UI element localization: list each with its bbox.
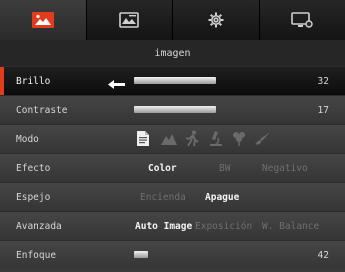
row-enfoque[interactable]: Enfoque 42 bbox=[0, 240, 345, 269]
tab-display[interactable] bbox=[86, 0, 173, 40]
gear-icon bbox=[208, 12, 224, 28]
tab-output[interactable] bbox=[259, 0, 345, 40]
section-title: imagen bbox=[0, 40, 345, 66]
monitor-icon bbox=[291, 12, 313, 28]
flower-icon[interactable] bbox=[231, 130, 247, 151]
osd-menu: imagen Brillo 32 Contraste 17 Modo Efect… bbox=[0, 0, 345, 272]
brillo-value: 32 bbox=[317, 75, 329, 87]
tab-bar bbox=[0, 0, 345, 40]
row-efecto[interactable]: Efecto Color BW Negativo bbox=[0, 153, 345, 182]
enter-arrow-icon bbox=[108, 75, 126, 94]
enfoque-label: Enfoque bbox=[16, 249, 57, 261]
avanzada-label: Avanzada bbox=[16, 220, 62, 232]
espejo-option-encienda[interactable]: Encienda bbox=[140, 183, 186, 211]
espejo-label: Espejo bbox=[16, 191, 51, 203]
sports-icon[interactable] bbox=[184, 130, 200, 151]
tab-settings[interactable] bbox=[173, 0, 260, 40]
display-settings-icon bbox=[119, 12, 140, 28]
paint-icon[interactable] bbox=[254, 130, 272, 151]
avanzada-option-auto-image[interactable]: Auto Image bbox=[135, 212, 192, 240]
avanzada-option-exposicion[interactable]: Exposición bbox=[195, 212, 252, 240]
avanzada-option-w-balance[interactable]: W. Balance bbox=[262, 212, 319, 240]
enfoque-value: 42 bbox=[317, 249, 329, 261]
enfoque-slider[interactable] bbox=[134, 251, 148, 258]
microscope-icon[interactable] bbox=[208, 130, 224, 151]
espejo-option-apague[interactable]: Apague bbox=[205, 183, 239, 211]
efecto-option-negativo[interactable]: Negativo bbox=[262, 154, 308, 182]
tab-image[interactable] bbox=[0, 0, 87, 40]
efecto-option-bw[interactable]: BW bbox=[219, 154, 230, 182]
efecto-option-color[interactable]: Color bbox=[148, 154, 177, 182]
contraste-slider[interactable] bbox=[134, 106, 216, 113]
row-modo[interactable]: Modo bbox=[0, 124, 345, 153]
document-icon[interactable] bbox=[136, 130, 150, 151]
settings-list: Brillo 32 Contraste 17 Modo Efecto Color… bbox=[0, 66, 345, 269]
row-espejo[interactable]: Espejo Encienda Apague bbox=[0, 182, 345, 211]
contraste-value: 17 bbox=[317, 104, 329, 116]
brillo-label: Brillo bbox=[16, 75, 51, 87]
mountain-icon[interactable] bbox=[160, 130, 178, 151]
image-icon bbox=[31, 12, 54, 28]
row-avanzada[interactable]: Avanzada Auto Image Exposición W. Balanc… bbox=[0, 211, 345, 240]
row-brillo[interactable]: Brillo 32 bbox=[0, 66, 345, 95]
row-contraste[interactable]: Contraste 17 bbox=[0, 95, 345, 124]
modo-label: Modo bbox=[16, 133, 39, 145]
contraste-label: Contraste bbox=[16, 104, 68, 116]
efecto-label: Efecto bbox=[16, 162, 51, 174]
brillo-slider[interactable] bbox=[134, 77, 216, 84]
